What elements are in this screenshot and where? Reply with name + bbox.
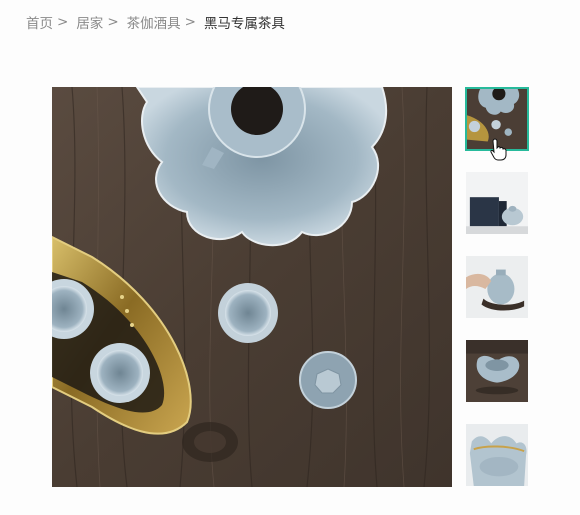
thumbnail-image [466,340,528,402]
breadcrumb-separator: > [184,14,196,30]
thumbnail-3[interactable] [465,255,529,319]
breadcrumb-current-product: 黑马专属茶具 [203,16,285,32]
breadcrumb-teaware-link[interactable]: 茶伽酒具 [127,12,181,32]
breadcrumb: 首页 > 居家 > 茶伽酒具 > 黑马专属茶具 [26,12,285,32]
thumbnail-image [466,424,528,486]
thumbnail-5[interactable] [465,423,529,487]
thumbnail-image [467,89,527,149]
thumbnail-1[interactable] [465,87,529,151]
breadcrumb-separator: > [107,14,119,30]
thumbnail-image [466,256,528,318]
thumbnail-2[interactable] [465,171,529,235]
main-product-image [52,87,452,487]
thumbnail-image [466,172,528,234]
breadcrumb-home-category-link[interactable]: 居家 [76,12,103,32]
breadcrumb-separator: > [57,14,69,30]
breadcrumb-home-link[interactable]: 首页 [26,12,53,32]
thumbnail-4[interactable] [465,339,529,403]
